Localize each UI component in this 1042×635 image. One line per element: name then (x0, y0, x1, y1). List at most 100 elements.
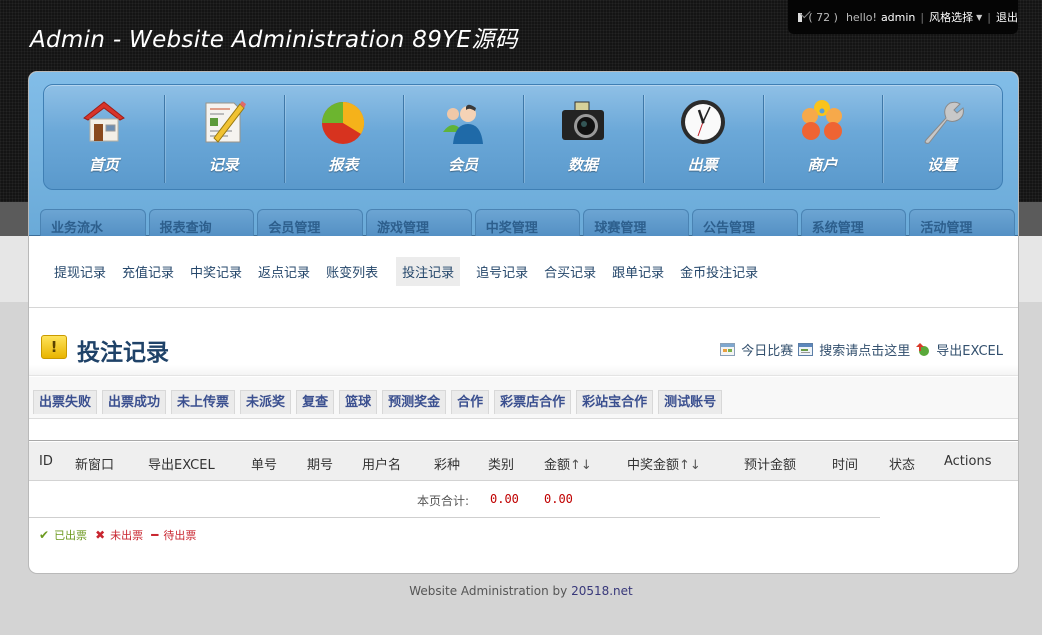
nav-item-data[interactable]: 数据 (523, 85, 643, 189)
filter-ticket-failed[interactable]: 出票失败 (33, 390, 98, 414)
subnav-follow-records[interactable]: 跟单记录 (606, 257, 670, 286)
export-excel-link[interactable]: 导出EXCEL (915, 340, 1003, 359)
wrench-icon (924, 101, 965, 144)
message-count[interactable]: ( 72 ) (808, 11, 838, 24)
column-header-win-amount[interactable]: 中奖金额↑↓ (627, 454, 701, 473)
subnav-withdraw-records[interactable]: 提现记录 (48, 257, 112, 286)
calendar-icon (720, 343, 736, 356)
column-header-new-window: 新窗口 (75, 458, 115, 473)
tab-report-query[interactable]: 报表查询 (148, 209, 255, 236)
warning-icon: ! (41, 335, 67, 359)
filter-not-paid[interactable]: 未派奖 (240, 390, 292, 414)
column-header-amount-label: 金额 (544, 458, 571, 473)
sort-arrows-icon[interactable]: ↑↓ (679, 458, 701, 473)
document-edit-icon (205, 101, 246, 143)
column-header-amount[interactable]: 金额↑↓ (544, 454, 592, 473)
tab-business-flow[interactable]: 业务流水 (40, 209, 146, 236)
nav-label: 报表 (328, 156, 359, 174)
style-select[interactable]: 风格选择 (929, 9, 973, 25)
nav-label: 首页 (88, 156, 119, 174)
user-bar: ( 72 ) hello! admin | 风格选择 ▼ | 退出 (788, 0, 1018, 34)
nav-item-members[interactable]: 会员 (403, 85, 523, 189)
page-summary-label: 本页合计: (417, 494, 470, 508)
nav-item-reports[interactable]: 报表 (283, 85, 404, 189)
pie-chart-icon (322, 101, 365, 144)
subnav-deposit-records[interactable]: 充值记录 (116, 257, 180, 286)
minus-icon: ━ (151, 528, 159, 542)
legend-pending: ━ 待出票 (151, 527, 196, 543)
icon-nav: 首页 记录 报表 会员 数据 出票 商户 设置 (43, 84, 1003, 190)
nav-label: 出票 (687, 156, 718, 174)
legend-issued: ✔ 已出票 (39, 527, 87, 543)
site-title: Admin - Website Administration 89YE源码 (30, 27, 518, 53)
filter-test-accounts[interactable]: 测试账号 (658, 390, 723, 414)
page-header: ! 投注记录 今日比赛 搜索请点击这里 导出EXCEL (29, 309, 1018, 376)
check-icon: ✔ (39, 528, 50, 542)
filter-predicted-prize[interactable]: 预测奖金 (382, 390, 447, 414)
filter-not-uploaded[interactable]: 未上传票 (171, 390, 236, 414)
separator: | (987, 10, 991, 24)
nav-item-settings[interactable]: 设置 (882, 85, 1002, 189)
tab-activity-management[interactable]: 活动管理 (909, 209, 1016, 236)
filter-ticket-success[interactable]: 出票成功 (102, 390, 167, 414)
footer-text: Website Administration by (409, 584, 568, 598)
tab-game-management[interactable]: 游戏管理 (366, 209, 472, 236)
home-icon (82, 101, 125, 142)
greeting: hello! (845, 10, 877, 24)
filter-bar: 出票失败 出票成功 未上传票 未派奖 复查 篮球 预测奖金 合作 彩票店合作 彩… (29, 377, 1018, 419)
filter-recheck[interactable]: 复查 (296, 390, 335, 414)
filter-cooperation[interactable]: 合作 (451, 390, 490, 414)
column-header-issue: 期号 (307, 458, 334, 473)
caret-down-icon[interactable]: ▼ (976, 13, 982, 22)
nav-item-tickets[interactable]: 出票 (642, 85, 763, 189)
page-summary-amount: 0.00 (490, 492, 519, 506)
cross-icon: ✖ (95, 528, 106, 542)
logout-link[interactable]: 退出 (996, 9, 1018, 25)
column-header-export-excel: 导出EXCEL (148, 458, 215, 473)
column-header-status: 状态 (889, 458, 916, 473)
footer: Website Administration by 20518.net (0, 584, 1042, 598)
subnav-chase-records[interactable]: 追号记录 (470, 257, 534, 286)
table-spacer (29, 420, 1018, 441)
tab-system-management[interactable]: 系统管理 (800, 209, 907, 236)
sort-arrows-icon[interactable]: ↑↓ (570, 458, 592, 473)
header-actions: 今日比赛 搜索请点击这里 导出EXCEL (715, 340, 1003, 359)
subnav-rebate-records[interactable]: 返点记录 (252, 257, 316, 286)
today-matches-label: 今日比赛 (741, 344, 794, 359)
username: admin (880, 10, 916, 24)
tab-match-management[interactable]: 球赛管理 (583, 209, 690, 236)
filter-store-cooperation[interactable]: 彩票店合作 (494, 390, 572, 414)
today-matches-link[interactable]: 今日比赛 (720, 340, 793, 359)
filter-station-cooperation[interactable]: 彩站宝合作 (576, 390, 654, 414)
main-container: 首页 记录 报表 会员 数据 出票 商户 设置 业务流水 报表查询 会员管理 游… (29, 72, 1018, 573)
export-excel-label: 导出EXCEL (936, 344, 1003, 359)
nav-item-records[interactable]: 记录 (163, 85, 284, 189)
tab-prize-management[interactable]: 中奖管理 (474, 209, 581, 236)
column-header-win-amount-label: 中奖金额 (627, 458, 680, 473)
subnav-coin-bet-records[interactable]: 金币投注记录 (674, 257, 764, 286)
nav-item-home[interactable]: 首页 (44, 85, 164, 189)
filter-basketball[interactable]: 篮球 (339, 390, 378, 414)
tab-notice-management[interactable]: 公告管理 (692, 209, 798, 236)
nav-item-merchants[interactable]: 商户 (762, 85, 883, 189)
status-legend: ✔ 已出票 ✖ 未出票 ━ 待出票 (39, 527, 204, 543)
nav-label: 商户 (807, 156, 838, 174)
page-summary-win-amount: 0.00 (544, 492, 573, 506)
nav-label: 设置 (927, 156, 958, 174)
search-window-icon (798, 343, 814, 356)
search-label: 搜索请点击这里 (819, 344, 911, 359)
footer-link[interactable]: 20518.net (571, 584, 633, 598)
subnav-bet-records[interactable]: 投注记录 (396, 257, 461, 286)
search-link[interactable]: 搜索请点击这里 (798, 340, 910, 359)
merchant-icon (802, 100, 843, 140)
subnav-prize-records[interactable]: 中奖记录 (184, 257, 248, 286)
tab-member-management[interactable]: 会员管理 (257, 209, 364, 236)
separator: | (920, 10, 925, 24)
envelope-icon[interactable] (798, 12, 803, 22)
users-icon (443, 104, 484, 144)
legend-label: 已出票 (54, 529, 88, 542)
column-header-expected-amount: 预计金额 (744, 458, 797, 473)
subnav-group-buy-records[interactable]: 合买记录 (538, 257, 602, 286)
subnav-account-changes[interactable]: 账变列表 (320, 257, 384, 286)
camera-icon (561, 101, 604, 140)
